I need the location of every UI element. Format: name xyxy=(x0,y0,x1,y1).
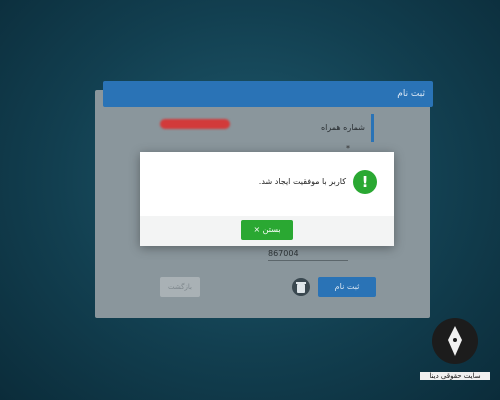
success-dialog: ! کاربر با موفقیت ایجاد شد. بستن × xyxy=(140,152,394,246)
code-field[interactable]: 867004 xyxy=(268,248,348,261)
form-header: ثبت نام xyxy=(103,81,433,107)
pen-nib-icon xyxy=(432,318,478,364)
trash-icon xyxy=(296,282,306,293)
alert-icon: ! xyxy=(353,170,377,194)
close-button[interactable]: بستن × xyxy=(241,220,293,240)
phone-field[interactable]: شماره همراه xyxy=(160,114,374,142)
delete-button[interactable] xyxy=(292,278,310,296)
redacted-value xyxy=(160,119,230,129)
register-button[interactable]: ثبت نام xyxy=(318,277,376,297)
watermark-logo: سایت حقوقی دینا xyxy=(420,318,490,396)
back-button[interactable]: بازگشت xyxy=(160,277,200,297)
dialog-footer: بستن × xyxy=(140,216,394,246)
phone-label: شماره همراه xyxy=(320,123,365,132)
watermark-text: سایت حقوقی دینا xyxy=(420,372,490,380)
dialog-message: کاربر با موفقیت ایجاد شد. xyxy=(258,177,346,186)
